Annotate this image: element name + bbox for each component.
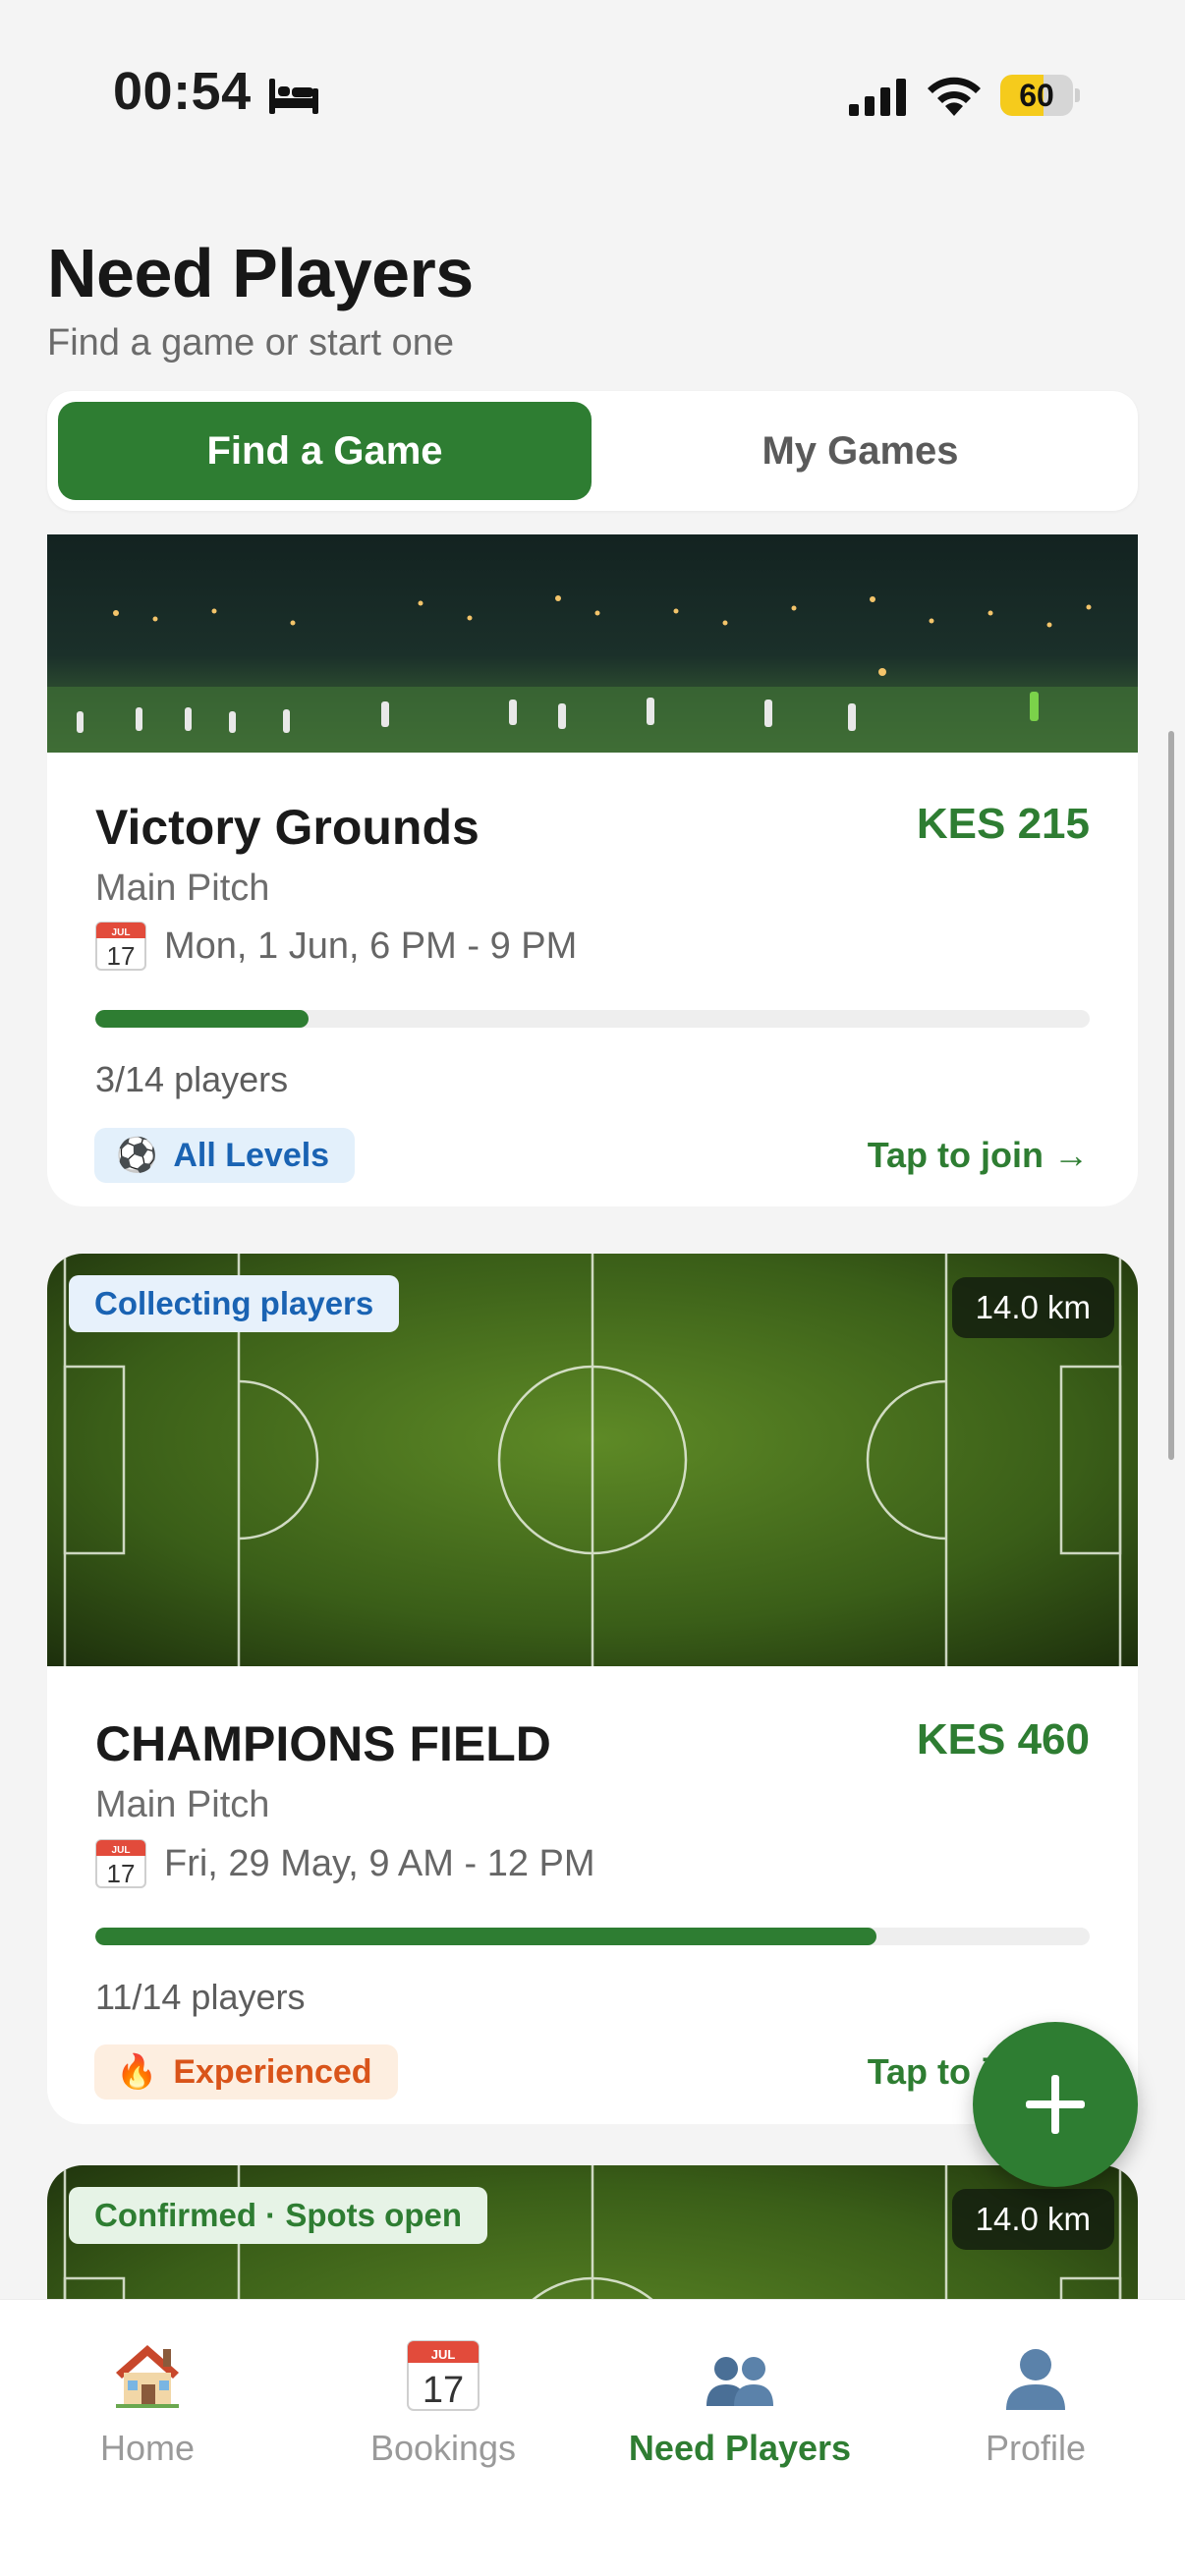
status-time: 00:54 (113, 62, 252, 121)
nav-home[interactable]: Home (0, 2335, 295, 2469)
game-date: Mon, 1 Jun, 6 PM - 9 PM (164, 924, 578, 967)
game-price: KES 215 (916, 800, 1090, 848)
scrollbar[interactable] (1168, 731, 1174, 1460)
game-card[interactable]: Collecting players 14.0 km CHAMPIONS FIE… (47, 1254, 1138, 2124)
distance-badge: 14.0 km (951, 1277, 1114, 1338)
skill-level-label: Experienced (173, 2052, 372, 2091)
nav-need-players[interactable]: Need Players (592, 2335, 887, 2469)
soccer-ball-icon: ⚽ (116, 1137, 158, 1174)
battery-level: 60 (1019, 78, 1054, 113)
venue-name: Victory Grounds (95, 800, 480, 855)
pitch-name: Main Pitch (95, 868, 270, 909)
svg-text:17: 17 (107, 1859, 136, 1888)
sleep-focus-icon (269, 79, 318, 114)
skill-level-badge: ⚽ All Levels (94, 1128, 356, 1183)
status-bar: 00:54 60 (0, 0, 1185, 196)
players-progress (95, 1928, 1090, 1945)
game-price: KES 460 (916, 1715, 1090, 1764)
game-card[interactable]: Victory Grounds KES 215 Main Pitch JUL 1… (47, 534, 1138, 1206)
skill-level-badge: 🔥 Experienced (94, 2044, 398, 2100)
players-progress-fill (95, 1010, 309, 1028)
signal-icon (849, 79, 906, 116)
nav-bookings[interactable]: JUL 17 Bookings (296, 2335, 591, 2469)
svg-text:17: 17 (423, 2370, 464, 2411)
distance-badge: 14.0 km (951, 2189, 1114, 2250)
bottom-tab-bar: Home JUL 17 Bookings Need Players Profil… (0, 2299, 1185, 2576)
game-card[interactable]: Confirmed · Spots open 14.0 km (47, 2165, 1138, 2299)
fire-icon: 🔥 (116, 2053, 158, 2091)
nav-label: Profile (985, 2428, 1087, 2468)
date-row: JUL 17 Mon, 1 Jun, 6 PM - 9 PM (95, 922, 577, 971)
pitch-name: Main Pitch (95, 1784, 270, 1825)
page-title: Need Players (47, 235, 474, 311)
venue-name: CHAMPIONS FIELD (95, 1716, 551, 1771)
svg-text:JUL: JUL (112, 1845, 131, 1856)
people-icon (706, 2357, 773, 2406)
plus-icon (1026, 2075, 1085, 2134)
calendar-icon: JUL 17 (407, 2340, 480, 2411)
calendar-icon: JUL 17 (95, 922, 146, 971)
segmented-control: Find a Game My Games (47, 391, 1138, 511)
nav-profile[interactable]: Profile (888, 2335, 1183, 2469)
date-row: JUL 17 Fri, 29 May, 9 AM - 12 PM (95, 1839, 595, 1888)
players-count: 3/14 players (95, 1059, 289, 1099)
house-icon (116, 2345, 179, 2408)
nav-label: Need Players (628, 2428, 852, 2468)
person-icon (1006, 2349, 1065, 2410)
game-status-badge: Collecting players (69, 1275, 400, 1332)
game-image (47, 534, 1138, 753)
games-list[interactable]: Victory Grounds KES 215 Main Pitch JUL 1… (0, 534, 1185, 2299)
players-count: 11/14 players (95, 1977, 306, 2017)
page-subtitle: Find a game or start one (47, 322, 454, 364)
tab-my-games[interactable]: My Games (593, 402, 1127, 500)
players-progress-fill (95, 1928, 877, 1945)
game-date: Fri, 29 May, 9 AM - 12 PM (164, 1842, 595, 1884)
calendar-icon: JUL 17 (95, 1839, 146, 1888)
players-progress (95, 1010, 1090, 1028)
svg-text:JUL: JUL (112, 927, 131, 938)
battery-icon: 60 (1000, 75, 1080, 116)
game-status-badge: Confirmed · Spots open (69, 2187, 487, 2244)
nav-label: Bookings (369, 2428, 517, 2468)
tab-find-a-game[interactable]: Find a Game (58, 402, 592, 500)
join-link[interactable]: Tap to join → (868, 1135, 1089, 1176)
svg-text:JUL: JUL (431, 2347, 456, 2362)
create-game-button[interactable] (973, 2022, 1138, 2187)
nav-label: Home (99, 2428, 196, 2468)
svg-text:17: 17 (107, 941, 136, 971)
skill-level-label: All Levels (173, 1136, 330, 1174)
wifi-icon (928, 77, 981, 116)
